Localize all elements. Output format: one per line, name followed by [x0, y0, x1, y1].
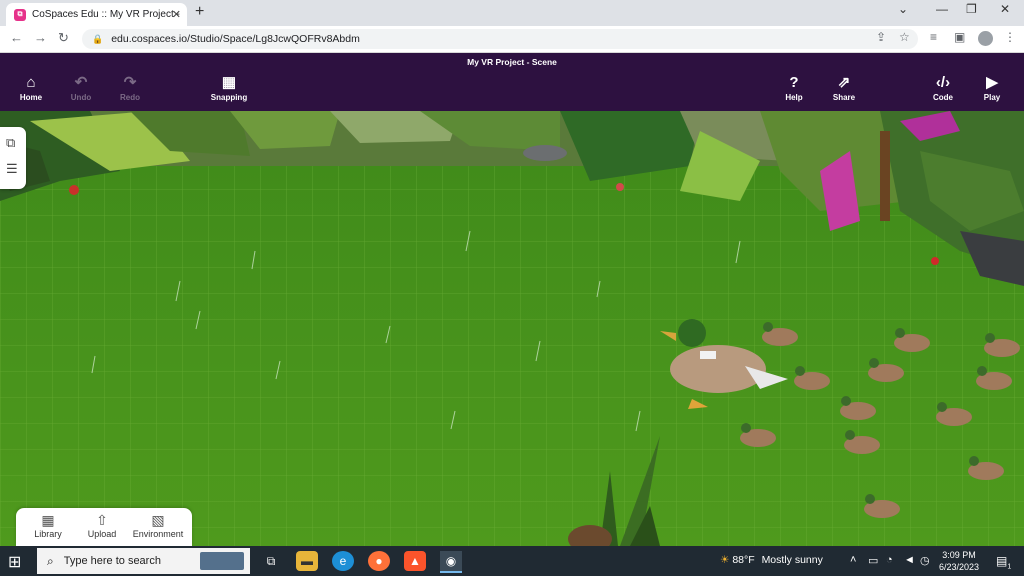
- help-label: Help: [785, 93, 803, 102]
- upload-label: Upload: [87, 529, 117, 539]
- clock-date: 6/23/2023: [938, 562, 980, 572]
- browser-tab[interactable]: ⧉ CoSpaces Edu :: My VR Project - ✕: [6, 3, 187, 26]
- asset-panel: ▦ Library ⇧ Upload ▧ Environment: [16, 508, 192, 546]
- meet-now-icon[interactable]: ◷: [920, 554, 930, 567]
- address-bar-row: ← → ↻ 🔒 edu.cospaces.io/Studio/Space/Lg8…: [0, 26, 1024, 53]
- battery-icon[interactable]: ▭: [868, 554, 878, 567]
- library-label: Library: [34, 529, 62, 539]
- scene-viewport[interactable]: [0, 111, 1024, 546]
- share-button[interactable]: ⇗ Share: [814, 74, 874, 103]
- home-label: Home: [19, 93, 43, 102]
- windows-taskbar: ⊞ ⌕ Type here to search ⧉ ▬ e ● ▲ ◉ ☀ 88…: [0, 546, 1024, 576]
- tab-title: CoSpaces Edu :: My VR Project -: [32, 9, 180, 20]
- play-label: Play: [983, 93, 1001, 102]
- file-explorer-icon[interactable]: ▬: [296, 551, 318, 571]
- reading-list-icon[interactable]: ≡: [930, 30, 937, 44]
- taskbar-search-box[interactable]: ⌕ Type here to search: [37, 548, 250, 574]
- share-page-icon[interactable]: ⇪: [876, 30, 886, 44]
- url-field[interactable]: 🔒 edu.cospaces.io/Studio/Space/Lg8JcwQOF…: [82, 29, 918, 49]
- scene-canvas[interactable]: [0, 111, 1024, 546]
- weather-sun-icon: ☀: [720, 554, 730, 566]
- minimize-icon[interactable]: —: [936, 2, 948, 16]
- volume-icon[interactable]: ◄: [904, 554, 915, 566]
- library-icon: ▦: [41, 512, 55, 528]
- weather-widget[interactable]: ☀ 88°F Mostly sunny: [720, 554, 823, 566]
- share-icon: ⇗: [837, 74, 851, 91]
- side-panel-icon[interactable]: ▣: [954, 30, 965, 44]
- play-icon: ▶: [986, 74, 998, 91]
- browser-tab-strip: ⧉ CoSpaces Edu :: My VR Project - ✕ + ⌄ …: [0, 0, 1024, 26]
- undo-label: Undo: [70, 93, 92, 102]
- scene-side-panel: ⧉ ☰: [0, 127, 26, 189]
- task-view-icon[interactable]: ⧉: [260, 551, 282, 571]
- share-label: Share: [832, 93, 856, 102]
- redo-button[interactable]: ↷ Redo: [100, 74, 160, 103]
- upload-button[interactable]: ⇧ Upload: [80, 512, 124, 539]
- upload-icon: ⇧: [96, 512, 108, 528]
- grid-icon: ▦: [221, 74, 237, 91]
- brave-icon[interactable]: ▲: [404, 551, 426, 571]
- environment-button[interactable]: ▧ Environment: [128, 512, 188, 539]
- redo-icon: ↷: [123, 74, 137, 91]
- object-list-icon[interactable]: ☰: [6, 161, 18, 177]
- bookmark-star-icon[interactable]: ☆: [899, 30, 910, 44]
- close-tab-icon[interactable]: ✕: [172, 8, 181, 21]
- chrome-icon[interactable]: ◉: [440, 551, 462, 573]
- taskbar-search-placeholder: Type here to search: [63, 555, 161, 567]
- environment-label: Environment: [132, 529, 184, 539]
- code-label: Code: [933, 93, 953, 102]
- weather-temp: 88°F: [732, 554, 755, 566]
- cospaces-logo-icon: ⧉: [14, 8, 26, 21]
- tab-search-icon[interactable]: ⌄: [898, 2, 908, 16]
- lock-icon: 🔒: [92, 33, 104, 44]
- play-button[interactable]: ▶ Play: [962, 74, 1022, 103]
- back-icon[interactable]: ←: [10, 30, 23, 45]
- notification-count: 1: [1007, 563, 1012, 571]
- ground-grid: [0, 151, 1024, 546]
- restore-icon[interactable]: ❐: [966, 2, 977, 16]
- snapping-label: Snapping: [210, 93, 248, 102]
- profile-avatar[interactable]: [978, 31, 993, 46]
- browser-menu-icon[interactable]: ⋮: [1004, 30, 1016, 44]
- redo-label: Redo: [120, 93, 140, 102]
- environment-icon: ▧: [151, 512, 165, 528]
- layers-icon[interactable]: ⧉: [6, 135, 15, 151]
- weather-text: Mostly sunny: [761, 554, 823, 566]
- tray-chevron-icon[interactable]: ˄: [850, 554, 856, 566]
- clock-time: 3:09 PM: [942, 550, 976, 560]
- notification-icon[interactable]: ▤1: [996, 554, 1011, 570]
- url-text: edu.cospaces.io/Studio/Space/Lg8JcwQOFRv…: [111, 33, 360, 45]
- app-toolbar: My VR Project - Scene ⌂ Home ↶ Undo ↷ Re…: [0, 53, 1024, 111]
- wifi-icon[interactable]: ◔: [886, 554, 893, 566]
- library-button[interactable]: ▦ Library: [26, 512, 70, 539]
- scene-title: My VR Project - Scene: [467, 57, 557, 67]
- edge-icon[interactable]: e: [332, 551, 354, 571]
- search-highlight-image: [200, 552, 244, 570]
- new-tab-icon[interactable]: +: [195, 3, 204, 21]
- forward-icon[interactable]: →: [34, 30, 47, 45]
- search-icon: ⌕: [47, 553, 54, 568]
- close-window-icon[interactable]: ✕: [1000, 2, 1010, 16]
- snapping-button[interactable]: ▦ Snapping: [199, 74, 259, 103]
- reload-icon[interactable]: ↻: [58, 30, 69, 46]
- windows-start-icon[interactable]: ⊞: [8, 552, 21, 572]
- taskbar-clock[interactable]: 3:09 PM 6/23/2023: [932, 549, 986, 573]
- firefox-icon[interactable]: ●: [368, 551, 390, 571]
